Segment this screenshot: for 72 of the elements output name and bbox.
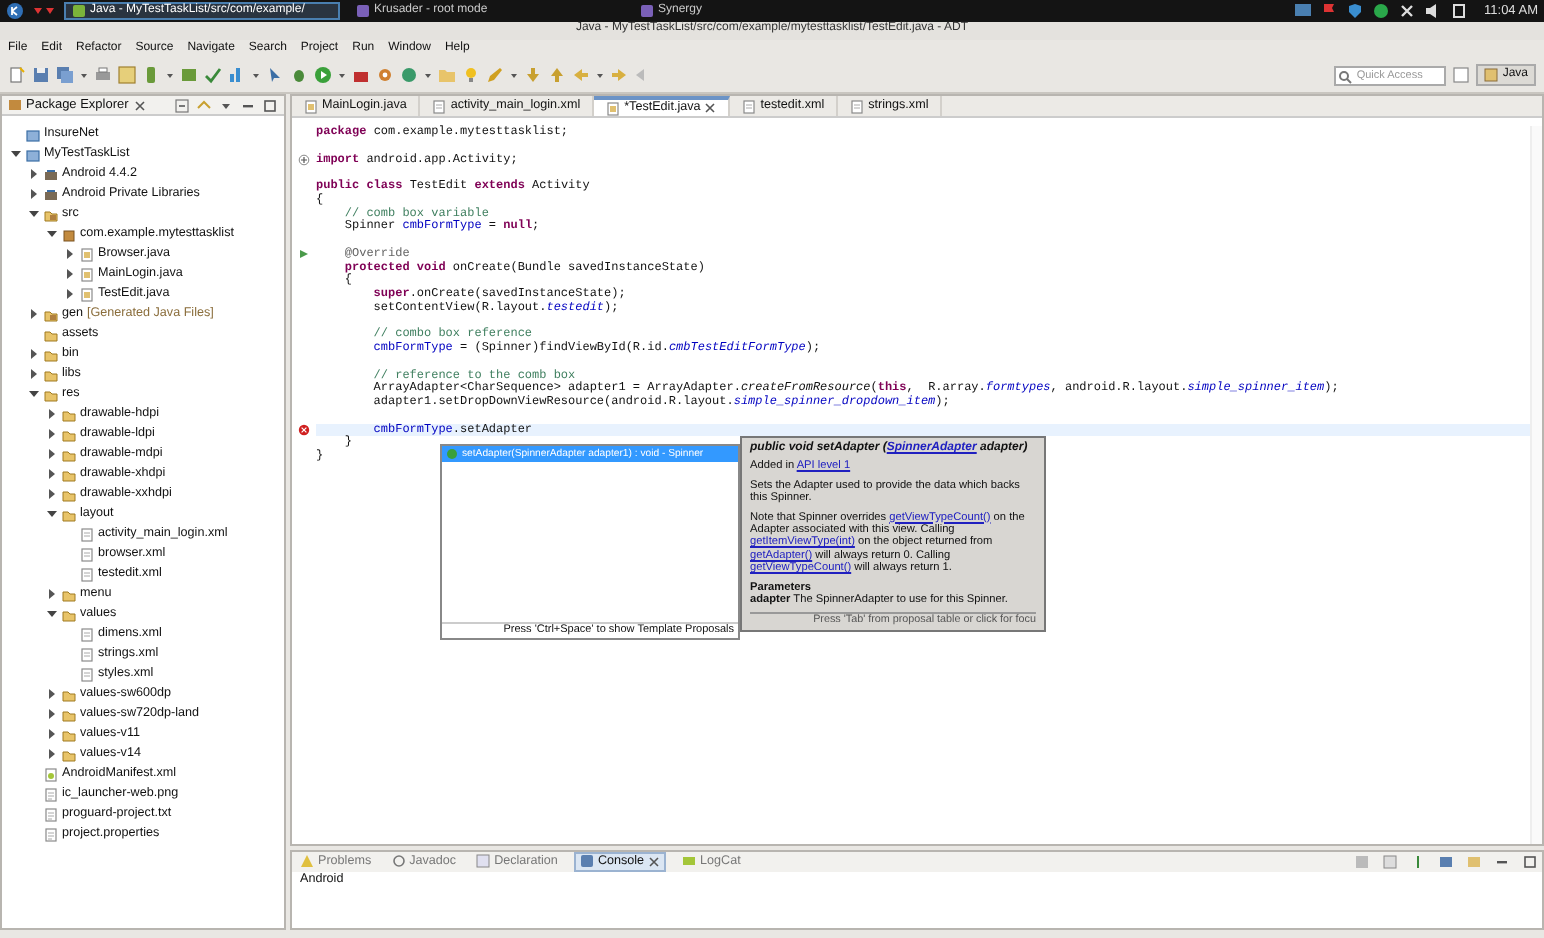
- expanded-arrow-icon[interactable]: [46, 228, 58, 240]
- collapsed-arrow-icon[interactable]: [28, 348, 40, 360]
- expanded-arrow-icon[interactable]: [28, 208, 40, 220]
- collapsed-arrow-icon[interactable]: [28, 368, 40, 380]
- collapse-all-icon[interactable]: [174, 97, 190, 113]
- app-icon: [72, 4, 86, 18]
- library-icon: [44, 187, 58, 201]
- logcat-icon: [682, 854, 697, 869]
- document-icon: [850, 99, 865, 113]
- document-icon: [44, 807, 58, 821]
- close-icon[interactable]: [134, 99, 147, 111]
- problems-icon: [300, 854, 314, 869]
- collapsed-arrow-icon[interactable]: [64, 288, 76, 300]
- override-marker-icon: [298, 248, 310, 261]
- collapsed-arrow-icon[interactable]: [64, 268, 76, 280]
- declaration-icon: [476, 854, 491, 869]
- maximize-icon[interactable]: [262, 97, 278, 113]
- collapsed-arrow-icon[interactable]: [28, 168, 40, 180]
- expanded-arrow-icon[interactable]: [46, 508, 58, 520]
- cursor-icon[interactable]: [266, 66, 284, 84]
- close-icon[interactable]: [648, 855, 661, 868]
- collapsed-arrow-icon[interactable]: [46, 728, 58, 740]
- disks-icon[interactable]: [56, 66, 74, 84]
- package-folder-icon: [44, 307, 58, 321]
- java-perspective-icon: [1484, 68, 1499, 82]
- document-icon: [80, 547, 94, 561]
- expanded-arrow-icon[interactable]: [28, 388, 40, 400]
- collapsed-arrow-icon[interactable]: [46, 708, 58, 720]
- method-icon: [446, 448, 458, 460]
- collapsed-arrow-icon[interactable]: [46, 748, 58, 760]
- document-icon: [80, 567, 94, 581]
- check-icon[interactable]: [204, 66, 222, 84]
- console-icon: [579, 854, 594, 869]
- chart-icon[interactable]: [228, 66, 246, 84]
- document-icon: [80, 647, 94, 661]
- collapsed-arrow-icon[interactable]: [46, 428, 58, 440]
- document-icon: [80, 527, 94, 541]
- collapsed-arrow-icon[interactable]: [46, 408, 58, 420]
- document-icon: [44, 787, 58, 801]
- expanded-arrow-icon[interactable]: [46, 608, 58, 620]
- search-icon: [1338, 69, 1353, 83]
- collapsed-arrow-icon[interactable]: [46, 688, 58, 700]
- collapsed-arrow-icon[interactable]: [46, 588, 58, 600]
- collapsed-arrow-icon[interactable]: [64, 248, 76, 260]
- expand-icon[interactable]: [298, 153, 310, 166]
- document-icon: [432, 99, 447, 113]
- library-icon: [44, 167, 58, 181]
- app-icon: [640, 4, 654, 18]
- document-icon: [44, 827, 58, 841]
- app-icon: [356, 4, 370, 18]
- collapsed-arrow-icon[interactable]: [28, 308, 40, 320]
- lamp-icon[interactable]: [462, 66, 480, 84]
- java-file-icon: [304, 99, 318, 113]
- error-marker-icon: [298, 423, 310, 436]
- maximize-icon[interactable]: [1522, 854, 1538, 870]
- document-icon: [742, 99, 757, 113]
- java-file-icon: [606, 101, 621, 115]
- document-icon: [80, 667, 94, 681]
- expanded-arrow-icon[interactable]: [10, 148, 22, 160]
- kde-logo-icon: [6, 2, 24, 20]
- collapsed-arrow-icon[interactable]: [28, 188, 40, 200]
- collapsed-arrow-icon[interactable]: [46, 468, 58, 480]
- close-icon[interactable]: [704, 102, 717, 114]
- arrows-icon: [32, 5, 56, 17]
- package-icon: [62, 227, 76, 241]
- collapsed-arrow-icon[interactable]: [46, 448, 58, 460]
- document-icon: [80, 627, 94, 641]
- collapsed-arrow-icon[interactable]: [46, 488, 58, 500]
- package-folder-icon: [44, 207, 58, 221]
- manifest-icon: [44, 767, 58, 781]
- run-icon[interactable]: [314, 66, 332, 84]
- printer-icon[interactable]: [94, 66, 112, 84]
